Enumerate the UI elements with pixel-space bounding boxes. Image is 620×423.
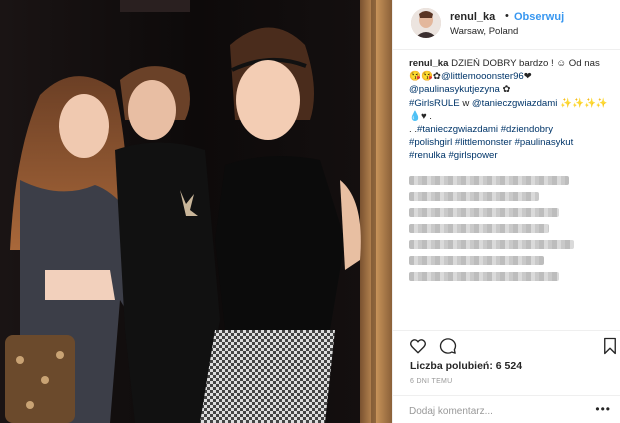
blurred-comment bbox=[409, 238, 615, 251]
hashtag-link[interactable]: #renulka #girlspower bbox=[409, 150, 498, 161]
likes-label: Liczba polubień: bbox=[410, 360, 493, 372]
mention-link[interactable]: @littlemooonster96 bbox=[441, 71, 524, 82]
caption-text: w bbox=[459, 97, 472, 109]
caption-line: #polishgirl #littlemonster #paulinasykut bbox=[409, 136, 615, 149]
post-timestamp[interactable]: 6 DNI TEMU bbox=[410, 378, 453, 385]
heart-icon[interactable] bbox=[409, 337, 427, 355]
post-side-panel: renul_ka • Obserwuj Warsaw, Poland renul… bbox=[392, 0, 620, 423]
caption-emoji: 😘😘✿ bbox=[409, 71, 441, 83]
caption-emoji: ❤ bbox=[523, 71, 532, 83]
blurred-comment bbox=[409, 174, 615, 187]
caption-line: 😘😘✿@littlemooonster96❤ bbox=[409, 70, 615, 83]
likes-count[interactable]: Liczba polubień: 6 524 bbox=[410, 360, 522, 372]
mention-link[interactable]: @paulinasykutjezyna bbox=[409, 84, 500, 95]
blurred-comment bbox=[409, 254, 615, 267]
caption-line: #renulka #girlspower bbox=[409, 149, 615, 162]
follow-button[interactable]: Obserwuj bbox=[514, 11, 564, 23]
post-actions: Liczba polubień: 6 524 6 DNI TEMU bbox=[393, 330, 620, 390]
bookmark-icon[interactable] bbox=[601, 337, 619, 355]
blurred-comment bbox=[409, 270, 615, 283]
hashtag-link[interactable]: #GirlsRULE bbox=[409, 98, 460, 109]
hashtag-link[interactable]: #tanieczgwiazdami #dziendobry bbox=[417, 124, 553, 135]
comment-input[interactable] bbox=[407, 400, 591, 422]
caption-emoji: ✨✨✨✨ bbox=[557, 97, 608, 109]
more-options-icon[interactable]: ••• bbox=[595, 402, 611, 416]
caption-line: @paulinasykutjezyna ✿ bbox=[409, 83, 615, 96]
blurred-comment bbox=[409, 190, 615, 203]
caption-username[interactable]: renul_ka bbox=[409, 58, 448, 69]
hashtag-link[interactable]: #polishgirl #littlemonster #paulinasykut bbox=[409, 137, 573, 148]
photo-illustration bbox=[0, 0, 392, 423]
post-username[interactable]: renul_ka bbox=[450, 11, 495, 23]
post-photo[interactable] bbox=[0, 0, 392, 423]
caption-emoji: ✿ bbox=[499, 84, 511, 96]
caption-line: . .#tanieczgwiazdami #dziendobry bbox=[409, 123, 615, 136]
blurred-comment bbox=[409, 206, 615, 219]
header-separator: • bbox=[505, 10, 509, 22]
caption-text: . . bbox=[409, 124, 417, 136]
caption-line: renul_ka DZIEŃ DOBRY bardzo ! ☺ Od nas bbox=[409, 57, 615, 70]
caption-text: DZIEŃ DOBRY bardzo ! ☺ Od nas bbox=[448, 58, 600, 69]
caption-line: 💧♥ . bbox=[409, 110, 615, 123]
caption-line: #GirlsRULE w @tanieczgwiazdami ✨✨✨✨ bbox=[409, 97, 615, 110]
comment-box: ••• bbox=[393, 395, 620, 423]
post-header: renul_ka • Obserwuj Warsaw, Poland bbox=[393, 0, 620, 50]
likes-number: 6 524 bbox=[495, 360, 523, 372]
post-location[interactable]: Warsaw, Poland bbox=[450, 26, 518, 37]
caption-emoji: 💧♥ . bbox=[409, 110, 432, 122]
comment-icon[interactable] bbox=[439, 337, 457, 355]
comments-section: renul_ka DZIEŃ DOBRY bardzo ! ☺ Od nas 😘… bbox=[409, 57, 615, 286]
avatar-image bbox=[411, 8, 441, 38]
mention-link[interactable]: @tanieczgwiazdami bbox=[472, 98, 557, 109]
blurred-comment bbox=[409, 222, 615, 235]
avatar[interactable] bbox=[411, 8, 441, 38]
